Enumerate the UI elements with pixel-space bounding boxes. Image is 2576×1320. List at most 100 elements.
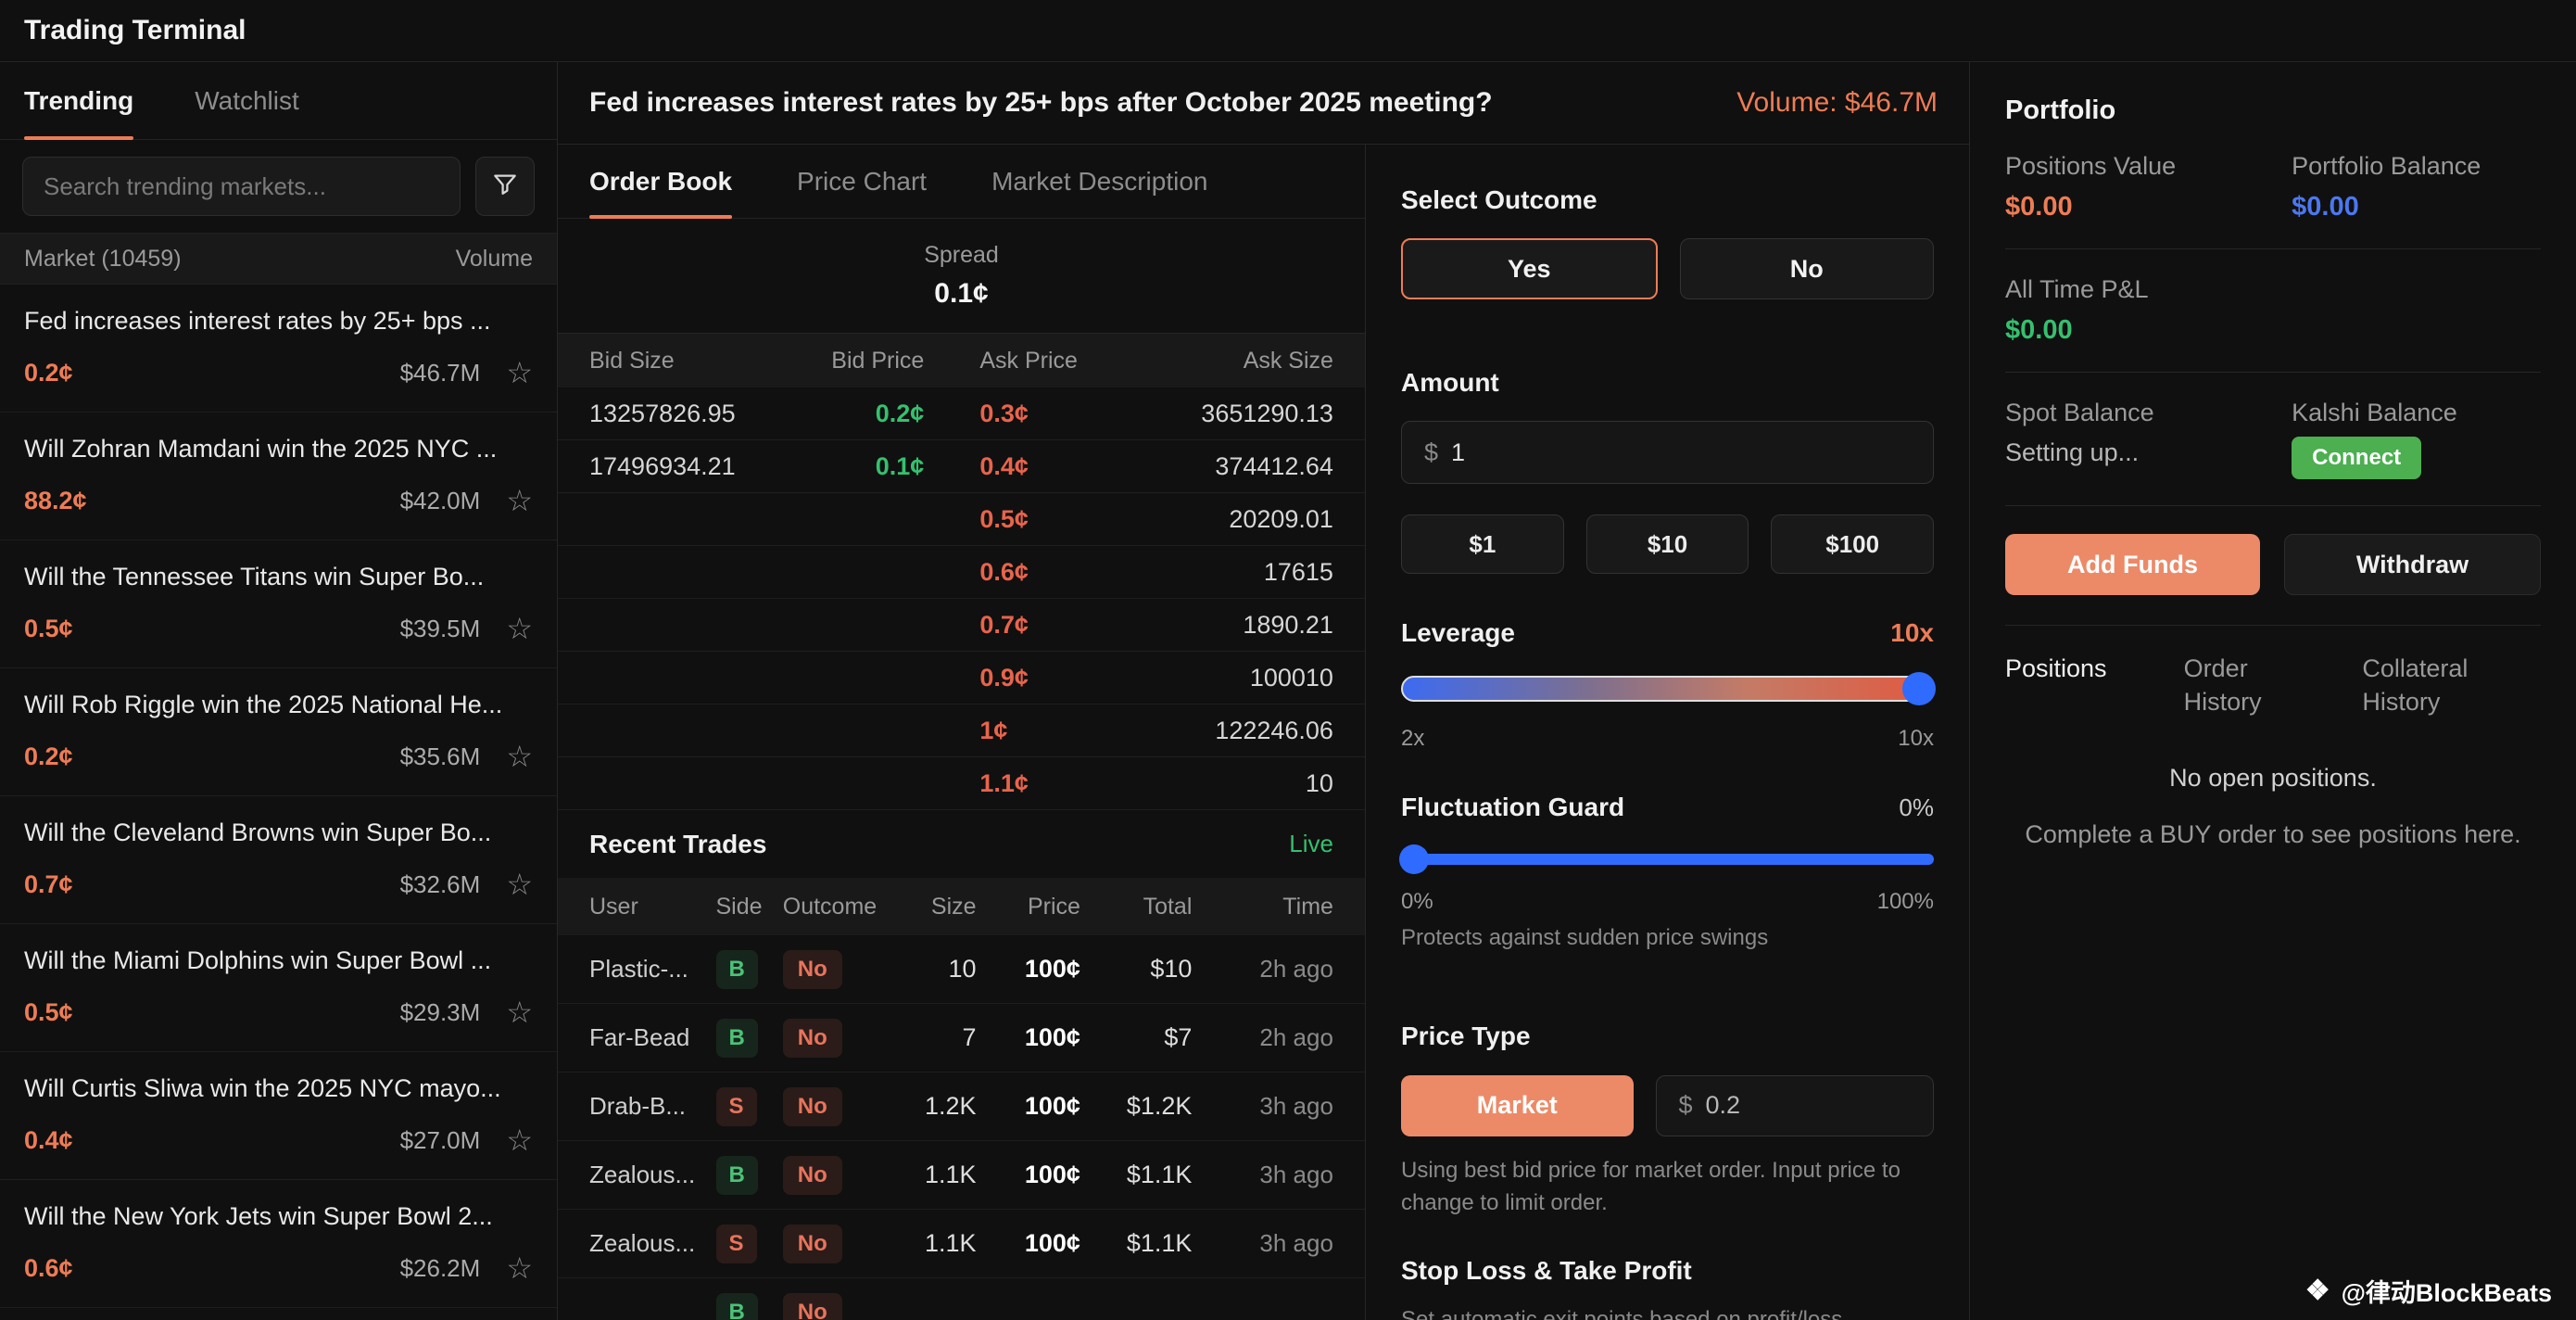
market-title: Fed increases interest rates by 25+ bps … <box>24 307 533 336</box>
market-list-item[interactable]: Will the Miami Dolphins win Super Bowl .… <box>0 924 557 1052</box>
connect-button[interactable]: Connect <box>2292 437 2421 479</box>
tab-price-chart[interactable]: Price Chart <box>797 145 927 218</box>
tab-collateral-history[interactable]: Collateral History <box>2362 652 2541 719</box>
trade-row: Plastic-... B No 10 100¢ $10 2h ago <box>558 935 1365 1004</box>
limit-price-input[interactable]: $ 0.2 <box>1656 1075 1935 1136</box>
outcome-badge: No <box>783 950 842 989</box>
divider <box>2005 248 2541 249</box>
bid-size: 17496934.21 <box>589 452 783 481</box>
star-icon[interactable]: ☆ <box>506 869 533 899</box>
market-volume: $29.3M <box>400 998 481 1027</box>
outcome-yes-button[interactable]: Yes <box>1401 238 1658 299</box>
market-volume: $27.0M <box>400 1126 481 1155</box>
order-book-row[interactable]: 1¢ 122246.06 <box>558 704 1365 757</box>
market-price: 0.5¢ <box>24 998 73 1027</box>
ask-size: 10 <box>1125 769 1333 798</box>
trade-price: 100¢ <box>977 1092 1080 1121</box>
star-icon[interactable]: ☆ <box>506 742 533 771</box>
outcome-badge: No <box>783 1156 842 1195</box>
market-list-item[interactable]: Will the Cleveland Browns win Super Bo..… <box>0 796 557 924</box>
fluctuation-slider[interactable] <box>1401 854 1934 865</box>
order-book-row[interactable]: 0.5¢ 20209.01 <box>558 493 1365 546</box>
market-volume: $35.6M <box>400 742 481 771</box>
market-volume: $42.0M <box>400 487 481 515</box>
tab-watchlist[interactable]: Watchlist <box>195 62 299 139</box>
order-book-row[interactable]: 0.6¢ 17615 <box>558 546 1365 599</box>
column-side: Side <box>716 894 783 920</box>
tab-market-description[interactable]: Market Description <box>991 145 1207 218</box>
add-funds-button[interactable]: Add Funds <box>2005 534 2260 595</box>
tab-order-history[interactable]: Order History <box>2184 652 2363 719</box>
market-volume: $32.6M <box>400 870 481 899</box>
tab-order-book[interactable]: Order Book <box>589 145 732 218</box>
kalshi-balance-label: Kalshi Balance <box>2292 399 2541 427</box>
watermark: ❖ @律动BlockBeats <box>2305 1273 2552 1309</box>
market-list-item[interactable]: Will the Tennessee Titans win Super Bo..… <box>0 540 557 668</box>
currency-prefix: $ <box>1679 1091 1693 1120</box>
market-title: Will the New York Jets win Super Bowl 2.… <box>24 1202 533 1231</box>
star-icon[interactable]: ☆ <box>506 614 533 643</box>
ask-price: 0.5¢ <box>924 505 1125 534</box>
filter-button[interactable] <box>475 157 535 216</box>
ask-size: 1890.21 <box>1125 611 1333 640</box>
watermark-text: @律动BlockBeats <box>2342 1273 2552 1309</box>
quick-amount-10-button[interactable]: $10 <box>1586 514 1749 574</box>
stop-loss-take-profit-hint: Set automatic exit points based on profi… <box>1401 1304 1934 1320</box>
trade-price: 100¢ <box>977 955 1080 984</box>
market-list-item[interactable]: Fed increases interest rates by 25+ bps … <box>0 285 557 412</box>
side-badge: B <box>716 1156 758 1195</box>
star-icon[interactable]: ☆ <box>506 1125 533 1155</box>
star-icon[interactable]: ☆ <box>506 486 533 515</box>
amount-input[interactable]: $ 1 <box>1401 421 1934 484</box>
order-book-row[interactable]: 13257826.95 0.2¢ 0.3¢ 3651290.13 <box>558 387 1365 440</box>
tab-trending[interactable]: Trending <box>24 62 133 139</box>
trade-user: Plastic-... <box>589 955 716 984</box>
market-order-button[interactable]: Market <box>1401 1075 1634 1136</box>
trade-time: 2h ago <box>1192 955 1333 984</box>
market-price: 0.2¢ <box>24 742 73 771</box>
portfolio-title: Portfolio <box>2005 95 2541 126</box>
trade-row: Zealous... S No 1.1K 100¢ $1.1K 3h ago <box>558 1210 1365 1278</box>
order-book-row[interactable]: 0.7¢ 1890.21 <box>558 599 1365 652</box>
trades-table-header: User Side Outcome Size Price Total Time <box>558 878 1365 935</box>
outcome-no-button[interactable]: No <box>1680 238 1935 299</box>
funnel-icon <box>490 170 520 204</box>
fluctuation-slider-handle[interactable] <box>1399 844 1429 874</box>
market-volume: $39.5M <box>400 615 481 643</box>
ask-size: 3651290.13 <box>1125 400 1333 428</box>
market-question: Fed increases interest rates by 25+ bps … <box>589 87 1493 119</box>
order-book-row[interactable]: 0.9¢ 100010 <box>558 652 1365 704</box>
market-list-item[interactable]: Will the New York Jets win Super Bowl 2.… <box>0 1180 557 1308</box>
spread-display: Spread 0.1¢ <box>558 219 1365 334</box>
order-book-row[interactable]: 1.1¢ 10 <box>558 757 1365 810</box>
quick-amount-100-button[interactable]: $100 <box>1771 514 1934 574</box>
column-size: Size <box>902 894 976 920</box>
quick-amount-1-button[interactable]: $1 <box>1401 514 1564 574</box>
market-list-item[interactable]: Will Rob Riggle win the 2025 National He… <box>0 668 557 796</box>
market-list-item[interactable]: Will Curtis Sliwa win the 2025 NYC mayo.… <box>0 1052 557 1180</box>
portfolio-tabs: Positions Order History Collateral Histo… <box>2005 625 2541 719</box>
search-input[interactable] <box>22 157 461 216</box>
sidebar-tabs: Trending Watchlist <box>0 62 557 140</box>
star-icon[interactable]: ☆ <box>506 1253 533 1283</box>
ask-size: 17615 <box>1125 558 1333 587</box>
column-user: User <box>589 894 716 920</box>
market-volume: $46.7M <box>400 359 481 387</box>
order-book-row[interactable]: 17496934.21 0.1¢ 0.4¢ 374412.64 <box>558 440 1365 493</box>
star-icon[interactable]: ☆ <box>506 358 533 387</box>
trade-user: Far-Bead <box>589 1023 716 1052</box>
market-list-item[interactable]: Will Zohran Mamdani win the 2025 NYC ...… <box>0 412 557 540</box>
stop-loss-take-profit-label: Stop Loss & Take Profit <box>1401 1256 1934 1286</box>
limit-price-value: 0.2 <box>1706 1091 1741 1120</box>
all-time-pnl-label: All Time P&L <box>2005 275 2292 304</box>
leverage-slider[interactable] <box>1401 676 1934 702</box>
market-price: 0.2¢ <box>24 359 73 387</box>
trade-user: Zealous... <box>589 1161 716 1189</box>
leverage-slider-handle[interactable] <box>1902 672 1936 705</box>
ask-size: 374412.64 <box>1125 452 1333 481</box>
star-icon[interactable]: ☆ <box>506 997 533 1027</box>
trade-total: $1.2K <box>1080 1092 1192 1121</box>
empty-state-hint: Complete a BUY order to see positions he… <box>2005 820 2541 849</box>
withdraw-button[interactable]: Withdraw <box>2284 534 2541 595</box>
tab-positions[interactable]: Positions <box>2005 652 2184 719</box>
